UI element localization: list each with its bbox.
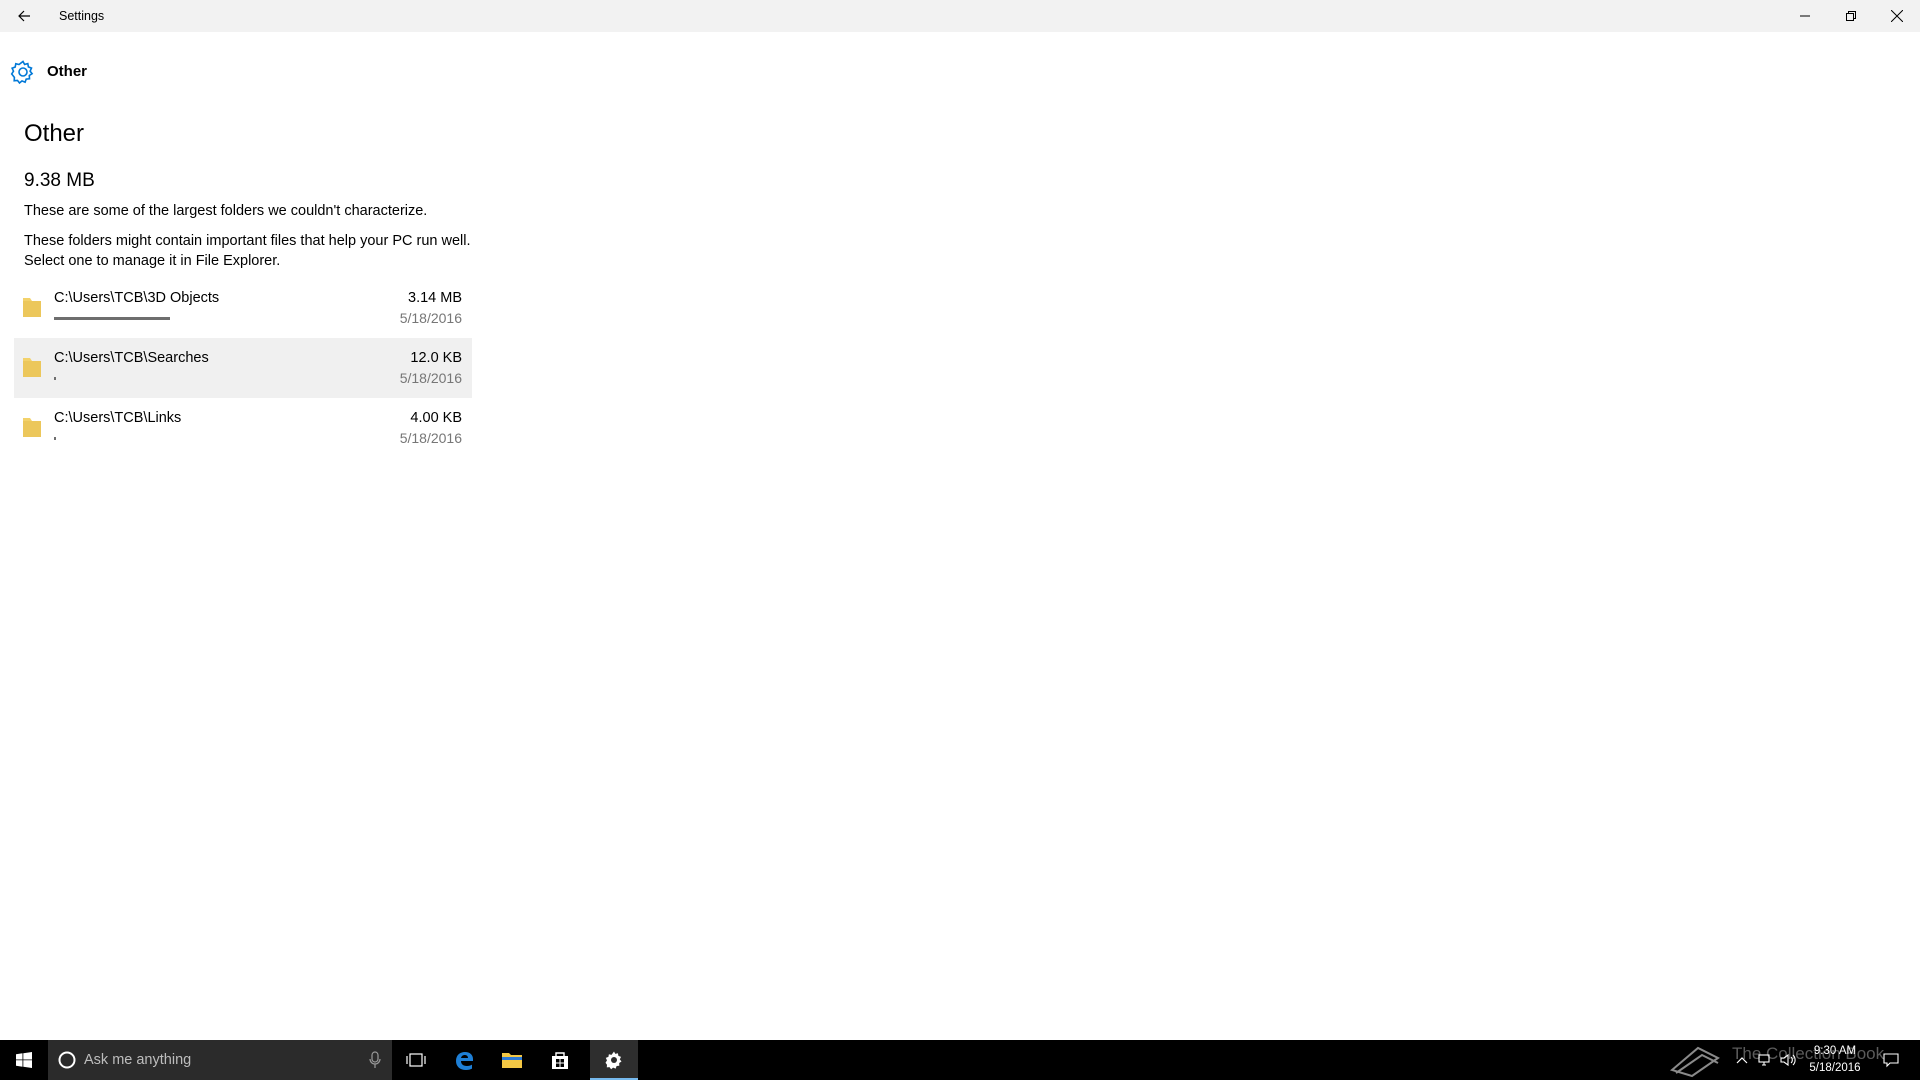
description-text-secondary: These folders might contain important fi…: [24, 233, 471, 269]
usage-bar-fill: [54, 437, 56, 440]
usage-bar: [54, 317, 404, 320]
gear-icon: [605, 1051, 622, 1070]
task-view-button[interactable]: [392, 1040, 440, 1080]
start-button[interactable]: [0, 1040, 48, 1080]
folder-row[interactable]: C:\Users\TCB\Searches 12.0 KB 5/18/2016: [14, 338, 472, 398]
folder-row[interactable]: C:\Users\TCB\Links 4.00 KB 5/18/2016: [14, 398, 472, 458]
usage-bar: [54, 377, 404, 380]
folder-date: 5/18/2016: [399, 430, 462, 446]
total-size: 9.38 MB: [24, 170, 95, 191]
taskbar: Ask me anything The Collection Book 9:30…: [0, 1040, 1920, 1080]
file-explorer-button[interactable]: [488, 1040, 536, 1080]
search-box[interactable]: Ask me anything: [48, 1040, 392, 1080]
store-button[interactable]: [536, 1040, 584, 1080]
usage-bar-fill: [54, 317, 170, 320]
folder-path: C:\Users\TCB\Links: [54, 410, 182, 426]
settings-button[interactable]: [590, 1040, 638, 1080]
close-icon: [1891, 10, 1903, 22]
folder-icon: [23, 298, 41, 317]
task-view-icon: [406, 1053, 426, 1067]
folder-date: 5/18/2016: [399, 370, 462, 386]
description-text: These are some of the largest folders we…: [24, 203, 428, 219]
action-center-button[interactable]: [1876, 1040, 1906, 1080]
edge-button[interactable]: [440, 1040, 488, 1080]
minimize-icon: [1800, 15, 1810, 17]
folder-icon: [502, 1053, 522, 1068]
arrow-left-icon: [18, 10, 30, 22]
clock-date: 5/18/2016: [1809, 1062, 1861, 1074]
folder-size: 3.14 MB: [408, 290, 462, 306]
watermark-logo: [1666, 1040, 1726, 1080]
back-button[interactable]: [0, 0, 48, 32]
usage-bar-fill: [54, 377, 56, 380]
folder-path: C:\Users\TCB\Searches: [54, 350, 209, 366]
usage-bar: [54, 437, 404, 440]
page-title: Other: [24, 120, 85, 147]
show-hidden-icons-button[interactable]: [1732, 1040, 1752, 1080]
minimize-button[interactable]: [1782, 0, 1828, 32]
notification-icon: [1883, 1053, 1899, 1068]
clock-time: 9:30 AM: [1813, 1045, 1857, 1057]
close-button[interactable]: [1874, 0, 1920, 32]
header-label: Other: [47, 63, 88, 80]
edge-icon: [456, 1052, 473, 1070]
clock[interactable]: 9:30 AM 5/18/2016: [1796, 1043, 1874, 1077]
folder-size: 12.0 KB: [410, 350, 462, 366]
microphone-icon[interactable]: [368, 1051, 382, 1069]
search-placeholder: Ask me anything: [84, 1052, 192, 1068]
folder-row[interactable]: C:\Users\TCB\3D Objects 3.14 MB 5/18/201…: [14, 278, 472, 338]
store-icon: [552, 1052, 568, 1069]
cortana-icon: [58, 1051, 76, 1069]
book-icon: [1669, 1046, 1720, 1078]
folder-icon: [23, 358, 41, 377]
folder-path: C:\Users\TCB\3D Objects: [54, 290, 220, 306]
restore-icon: [1846, 11, 1856, 21]
folder-icon: [23, 418, 41, 437]
folder-list: C:\Users\TCB\3D Objects 3.14 MB 5/18/201…: [14, 278, 472, 458]
window-title: Settings: [59, 9, 105, 23]
restore-button[interactable]: [1828, 0, 1874, 32]
chevron-up-icon: [1736, 1057, 1748, 1064]
network-icon: [1758, 1054, 1770, 1066]
folder-date: 5/18/2016: [399, 310, 462, 326]
title-bar: Settings: [0, 0, 1920, 32]
folder-size: 4.00 KB: [410, 410, 462, 426]
network-button[interactable]: [1754, 1040, 1776, 1080]
windows-logo-icon: [16, 1052, 32, 1068]
gear-icon: [10, 60, 34, 85]
